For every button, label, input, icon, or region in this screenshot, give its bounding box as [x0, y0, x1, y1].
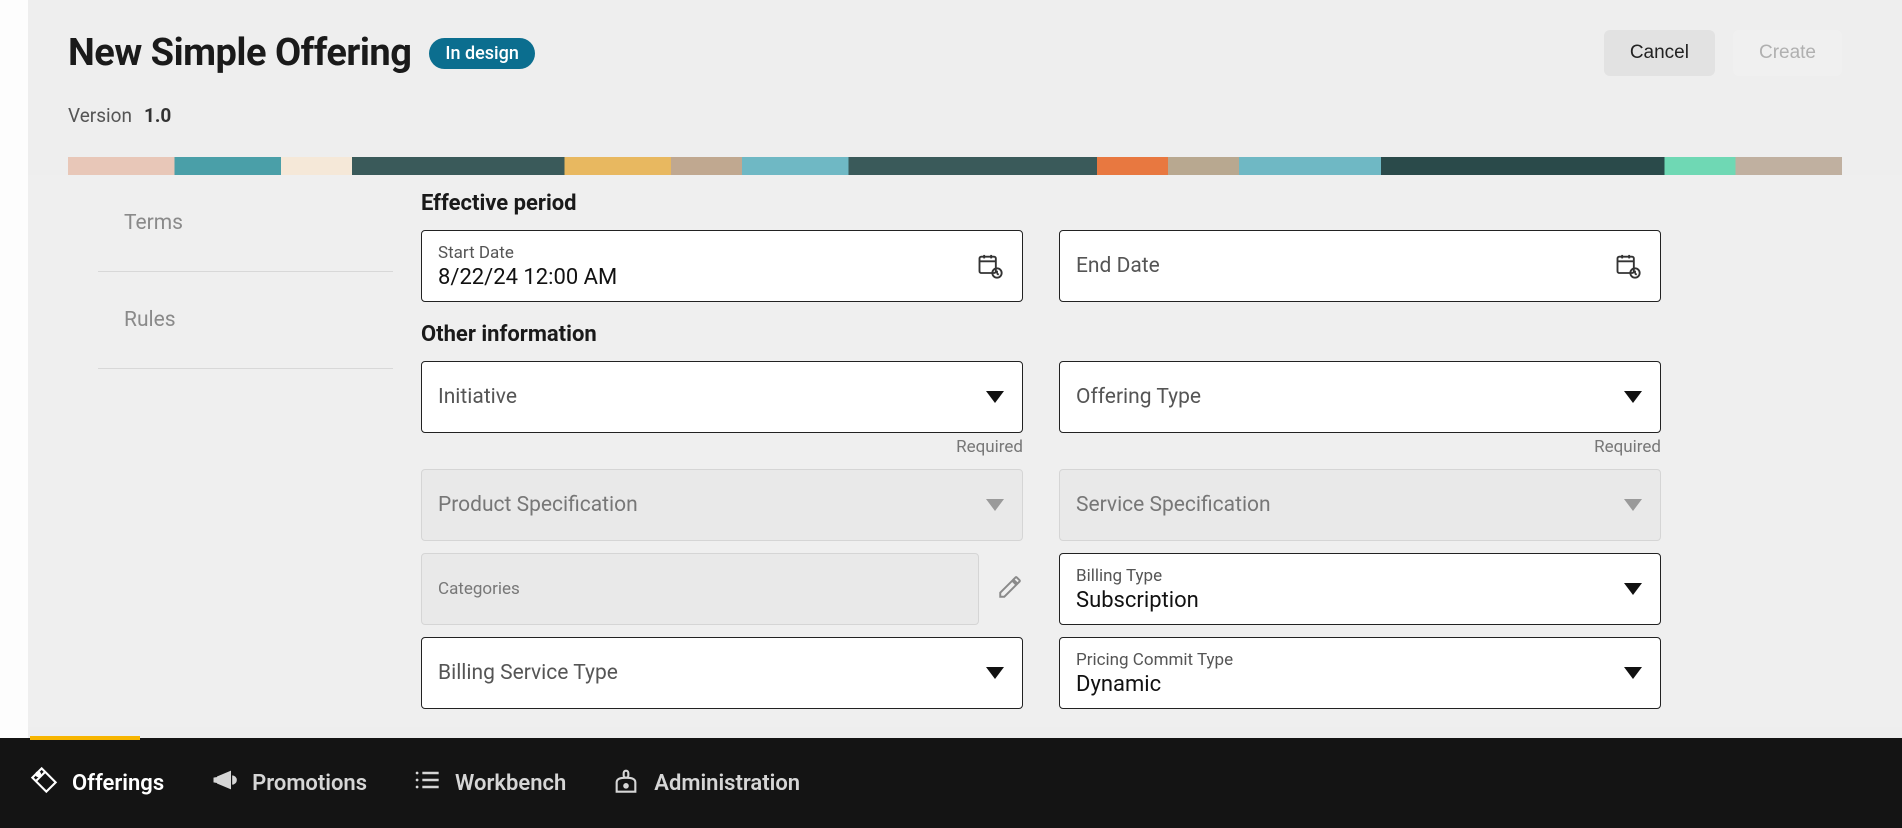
list-icon	[413, 766, 441, 800]
billing-type-label: Billing Type	[1076, 566, 1600, 586]
offering-type-required: Required	[1059, 437, 1661, 457]
page-title: New Simple Offering	[68, 31, 411, 75]
side-nav: Terms Rules	[98, 175, 393, 727]
billing-type-value: Subscription	[1076, 588, 1600, 613]
pricing-commit-type-label: Pricing Commit Type	[1076, 650, 1600, 670]
edit-icon[interactable]	[997, 574, 1023, 604]
cancel-button[interactable]: Cancel	[1604, 30, 1715, 76]
bottom-nav-promotions[interactable]: Promotions	[210, 766, 367, 800]
pricing-commit-type-select[interactable]: Pricing Commit Type Dynamic	[1059, 637, 1661, 709]
row-categories-billing: Categories Billing Type Subscript	[421, 553, 1661, 625]
service-spec-label: Service Specification	[1076, 493, 1600, 517]
right-pad	[1862, 175, 1902, 727]
bottom-nav-administration[interactable]: Administration	[612, 766, 800, 800]
product-spec-select[interactable]: Product Specification	[421, 469, 1023, 541]
categories-field[interactable]: Categories	[421, 553, 979, 625]
chevron-down-icon	[1624, 667, 1642, 679]
page-header: New Simple Offering In design Cancel Cre…	[28, 0, 1902, 175]
sidebar-item-terms[interactable]: Terms	[98, 175, 393, 272]
product-spec-label: Product Specification	[438, 493, 962, 517]
form-content: Effective period Start Date 8/22/24 12:0…	[393, 175, 1862, 727]
initiative-label: Initiative	[438, 385, 962, 409]
pricing-commit-type-value: Dynamic	[1076, 672, 1600, 697]
calendar-icon[interactable]	[1614, 252, 1642, 280]
header-actions: Cancel Create	[1604, 30, 1842, 76]
row-effective-period: Start Date 8/22/24 12:00 AM	[421, 230, 1661, 302]
billing-service-type-label: Billing Service Type	[438, 661, 962, 685]
page-body: Terms Rules Effective period Start Date …	[28, 175, 1902, 727]
bottom-nav-label: Administration	[654, 771, 800, 796]
offering-type-select[interactable]: Offering Type	[1059, 361, 1661, 433]
bottom-nav-label: Promotions	[252, 771, 367, 796]
tag-icon	[30, 766, 58, 800]
bottom-nav: Offerings Promotions Workbench	[0, 738, 1902, 828]
version-label: Version	[68, 104, 132, 127]
row-billing-service-pricing: Billing Service Type Pricing Commit Type…	[421, 637, 1661, 709]
status-badge: In design	[429, 38, 534, 69]
section-title-other-info: Other information	[421, 322, 1834, 347]
start-date-label: Start Date	[438, 243, 962, 263]
version-value: 1.0	[144, 104, 171, 127]
header-row: New Simple Offering In design Cancel Cre…	[68, 30, 1842, 76]
decorative-strip	[68, 157, 1842, 175]
chevron-down-icon	[1624, 583, 1642, 595]
megaphone-icon	[210, 766, 238, 800]
version-row: Version 1.0	[68, 104, 1842, 127]
categories-wrap: Categories	[421, 553, 1023, 625]
row-initiative-offering: Initiative Required Offering Type R	[421, 361, 1661, 457]
chevron-down-icon	[986, 499, 1004, 511]
end-date-field[interactable]: End Date	[1059, 230, 1661, 302]
end-date-label: End Date	[1076, 254, 1600, 278]
chevron-down-icon	[986, 667, 1004, 679]
initiative-select[interactable]: Initiative	[421, 361, 1023, 433]
offering-type-label: Offering Type	[1076, 385, 1600, 409]
bottom-nav-label: Workbench	[455, 771, 566, 796]
active-tab-indicator	[30, 736, 140, 740]
initiative-required: Required	[421, 437, 1023, 457]
bottom-nav-offerings[interactable]: Offerings	[30, 766, 164, 800]
chevron-down-icon	[986, 391, 1004, 403]
chevron-down-icon	[1624, 391, 1642, 403]
row-specifications: Product Specification Service Specificat…	[421, 469, 1661, 541]
left-gutter	[0, 0, 28, 750]
sidebar-item-rules[interactable]: Rules	[98, 272, 393, 369]
billing-type-select[interactable]: Billing Type Subscription	[1059, 553, 1661, 625]
create-button[interactable]: Create	[1733, 30, 1842, 76]
section-title-effective-period: Effective period	[421, 191, 1834, 216]
page-container: New Simple Offering In design Cancel Cre…	[28, 0, 1902, 750]
bottom-nav-workbench[interactable]: Workbench	[413, 766, 566, 800]
chevron-down-icon	[1624, 499, 1642, 511]
left-pad	[28, 175, 98, 727]
service-spec-select[interactable]: Service Specification	[1059, 469, 1661, 541]
billing-service-type-select[interactable]: Billing Service Type	[421, 637, 1023, 709]
categories-label: Categories	[438, 579, 962, 599]
calendar-icon[interactable]	[976, 252, 1004, 280]
bottom-nav-label: Offerings	[72, 771, 164, 796]
start-date-value: 8/22/24 12:00 AM	[438, 265, 962, 290]
title-wrap: New Simple Offering In design	[68, 31, 535, 75]
start-date-field[interactable]: Start Date 8/22/24 12:00 AM	[421, 230, 1023, 302]
lock-icon	[612, 766, 640, 800]
